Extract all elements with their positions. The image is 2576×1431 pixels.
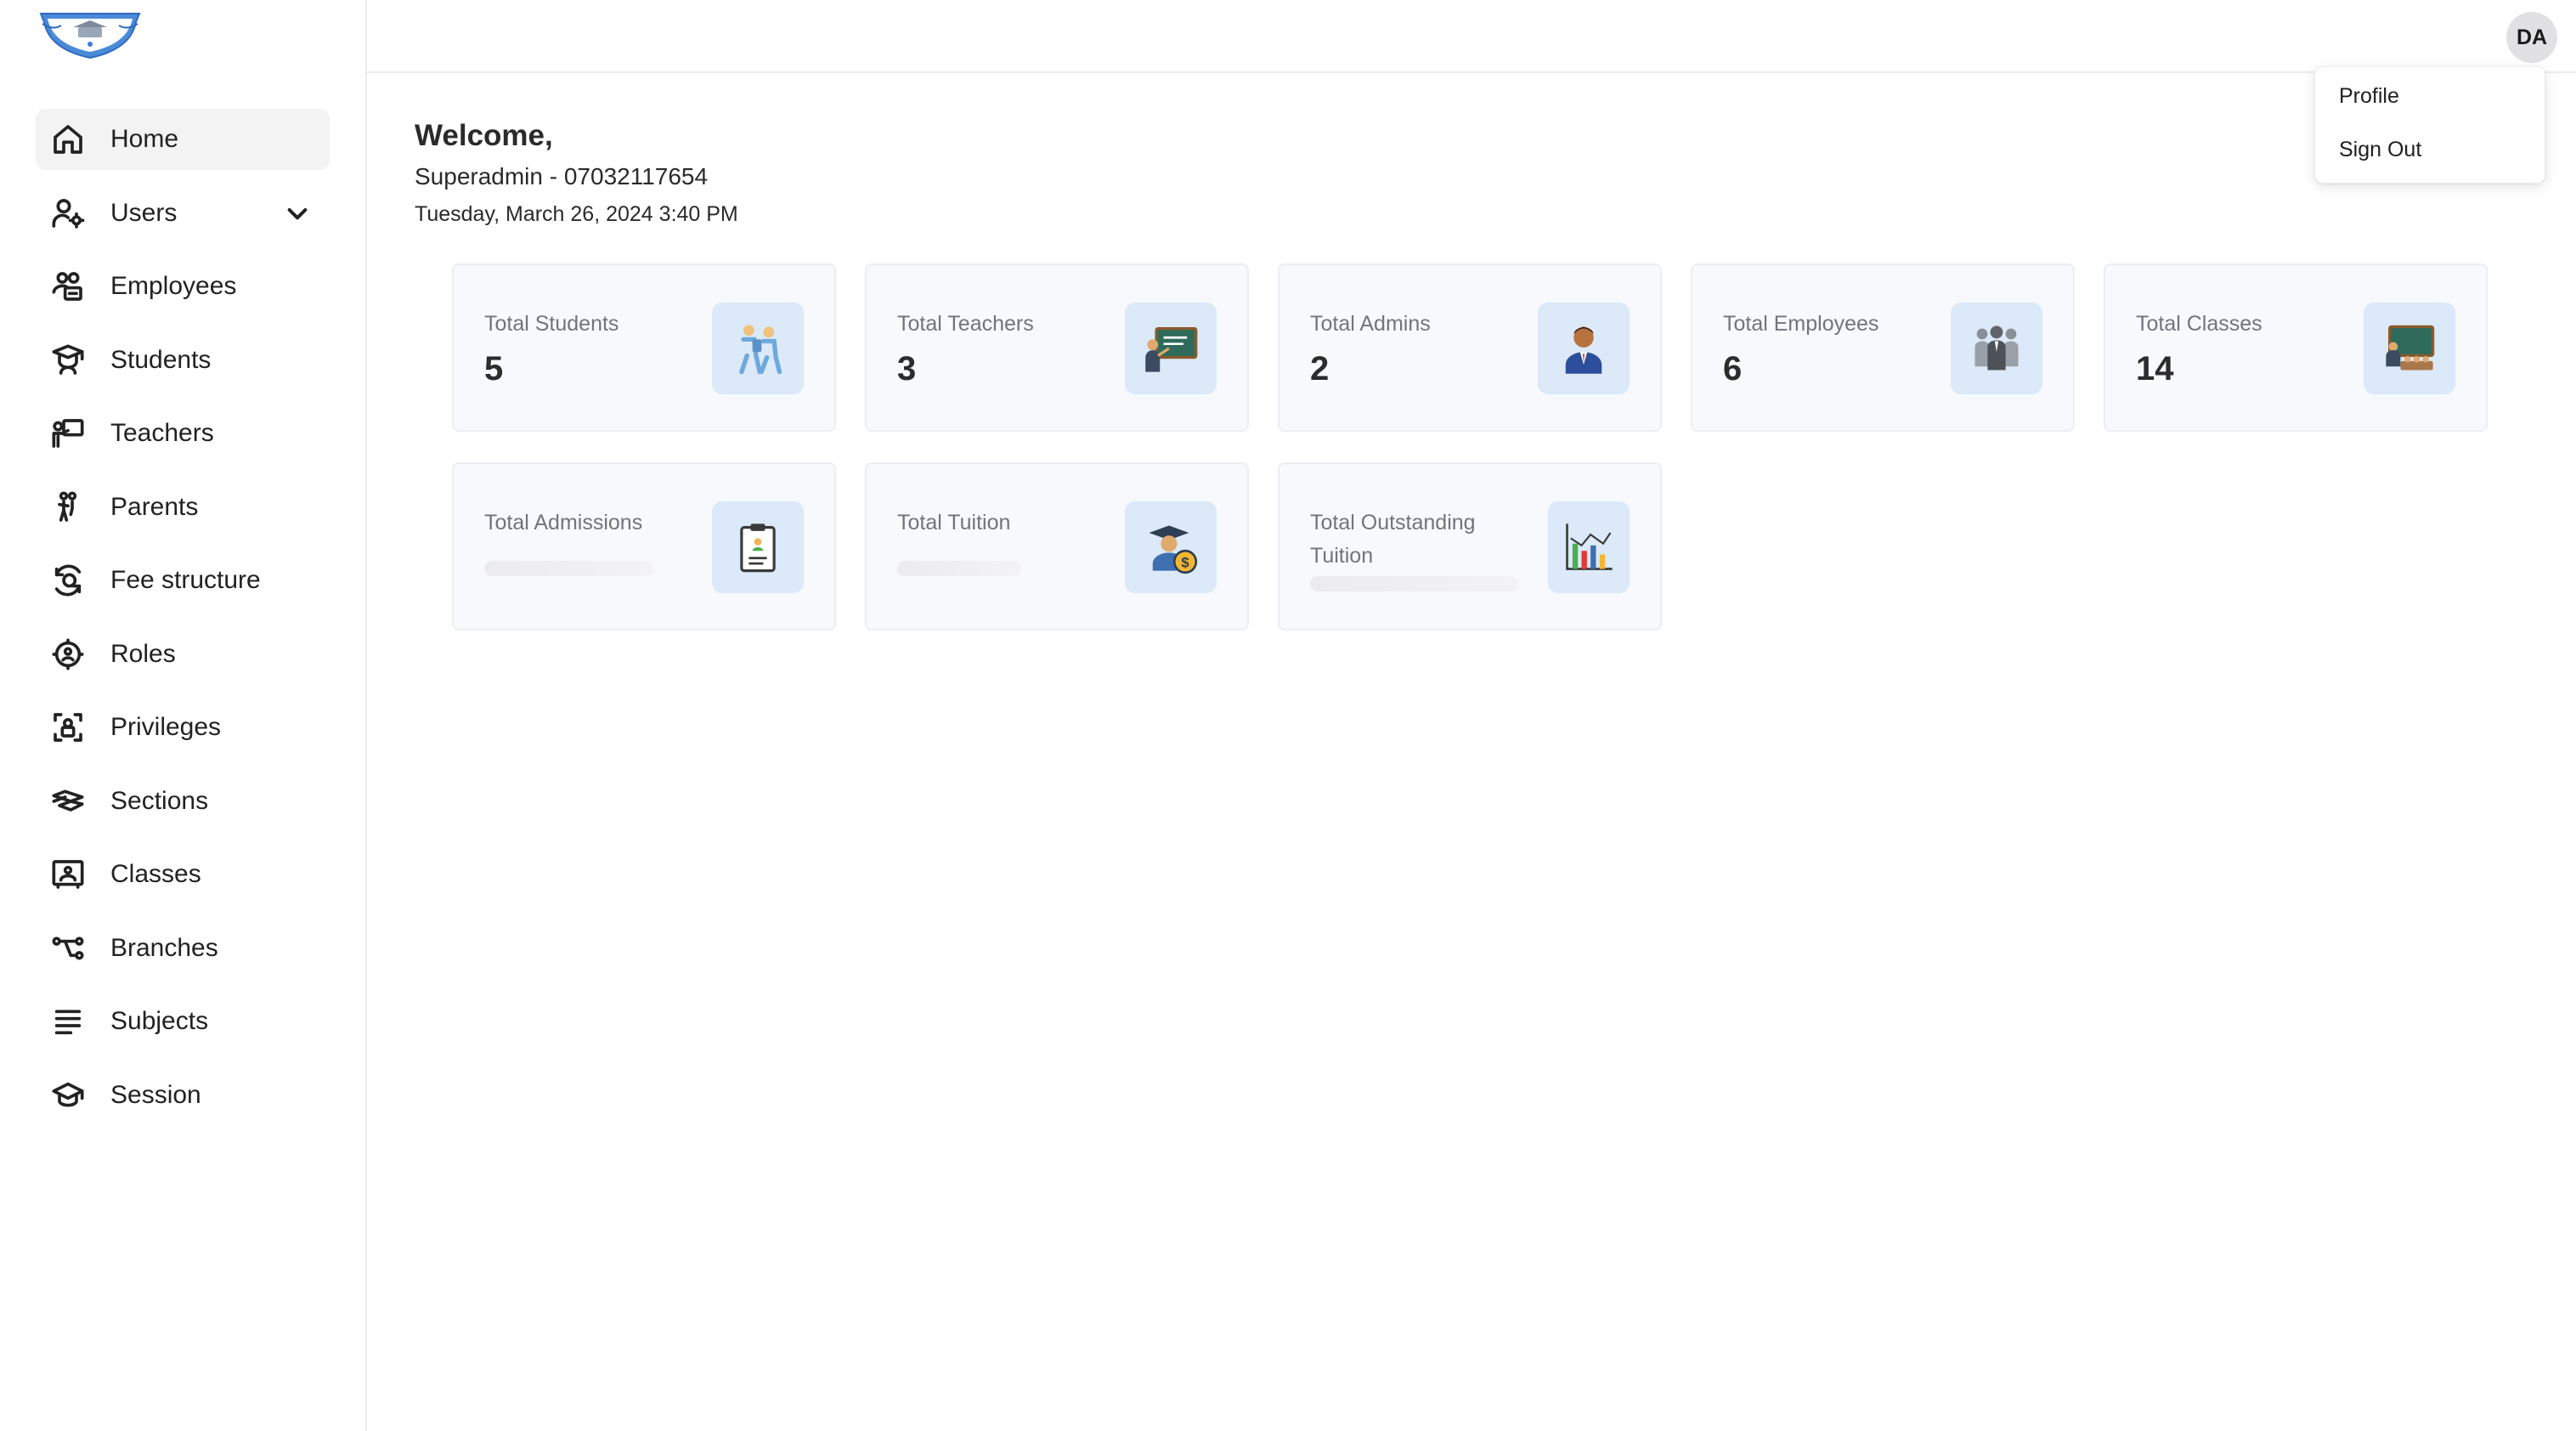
- session-icon: [49, 1077, 87, 1114]
- avatar[interactable]: DA: [2506, 12, 2557, 63]
- stat-card-total-admins[interactable]: Total Admins 2: [1278, 263, 1662, 432]
- clipboard-icon: [712, 501, 804, 593]
- classroom-icon: [2364, 303, 2455, 394]
- stat-card-title: Total Classes: [2136, 312, 2262, 336]
- sidebar-item-employees[interactable]: Employees: [36, 256, 330, 317]
- stat-card-title: Total Students: [484, 312, 619, 336]
- menu-item-sign-out[interactable]: Sign Out: [2339, 138, 2421, 162]
- school-logo[interactable]: [36, 8, 144, 63]
- sidebar-item-label: Subjects: [110, 1007, 209, 1035]
- sidebar-item-label: Teachers: [110, 419, 214, 447]
- chevron-down-icon[interactable]: [284, 200, 311, 227]
- roles-icon: [49, 636, 87, 673]
- student-icon: [49, 342, 87, 379]
- sidebar-item-home[interactable]: Home: [36, 109, 330, 170]
- home-icon: [49, 121, 87, 158]
- stat-card-title: Total Admissions: [484, 511, 643, 535]
- students-walking-icon: [712, 303, 804, 394]
- sidebar-nav: Home Users Employees Students Teachers P…: [36, 109, 330, 1138]
- sidebar-item-parents[interactable]: Parents: [36, 477, 330, 538]
- loading-skeleton: [897, 561, 1021, 576]
- sidebar-item-label: Privileges: [110, 713, 222, 741]
- stat-card-value: 6: [1723, 350, 1743, 387]
- stat-card-value: 2: [1310, 350, 1330, 387]
- employees-group-icon: [1951, 303, 2042, 394]
- sidebar-item-users[interactable]: Users: [36, 183, 330, 244]
- stat-card-title: Total Admins: [1310, 312, 1431, 336]
- teacher-board-icon: [1125, 303, 1217, 394]
- sidebar-item-privileges[interactable]: Privileges: [36, 697, 330, 758]
- stat-card-value: 3: [897, 350, 917, 387]
- sidebar-item-label: Sections: [110, 786, 209, 815]
- sidebar-item-teachers[interactable]: Teachers: [36, 403, 330, 464]
- sidebar-item-students[interactable]: Students: [36, 330, 330, 391]
- employees-icon: [49, 268, 87, 305]
- graduate-money-icon: $: [1125, 501, 1217, 593]
- subjects-icon: [49, 1003, 87, 1040]
- stat-card-total-employees[interactable]: Total Employees 6: [1691, 263, 2075, 432]
- classes-icon: [49, 856, 87, 893]
- stat-card-total-outstanding-tuition[interactable]: Total Outstanding Tuition: [1278, 462, 1662, 631]
- loading-skeleton: [484, 561, 654, 576]
- sidebar-item-label: Branches: [110, 933, 218, 962]
- stat-card-total-admissions[interactable]: Total Admissions: [452, 462, 836, 631]
- sidebar-item-label: Classes: [110, 860, 201, 888]
- sidebar-item-branches[interactable]: Branches: [36, 918, 330, 979]
- stat-card-title: Total Tuition: [897, 511, 1011, 535]
- sidebar-item-sections[interactable]: Sections: [36, 771, 330, 832]
- sidebar-item-classes[interactable]: Classes: [36, 844, 330, 905]
- sidebar-item-subjects[interactable]: Subjects: [36, 991, 330, 1052]
- stat-card-title: Total Outstanding Tuition: [1310, 511, 1476, 568]
- privileges-icon: [49, 709, 87, 746]
- profile-dropdown-menu: Profile Sign Out: [2314, 66, 2545, 184]
- parents-icon: [49, 489, 87, 526]
- stat-card-total-classes[interactable]: Total Classes 14: [2104, 263, 2488, 432]
- sidebar-item-label: Home: [110, 125, 179, 153]
- loading-skeleton: [1310, 576, 1519, 591]
- sidebar: Home Users Employees Students Teachers P…: [0, 0, 367, 1431]
- sidebar-item-label: Parents: [110, 492, 199, 521]
- welcome-heading: Welcome,: [415, 119, 553, 152]
- branches-icon: [49, 930, 87, 967]
- sidebar-item-fee-structure[interactable]: Fee structure: [36, 550, 330, 611]
- sidebar-item-label: Users: [110, 198, 178, 227]
- sidebar-item-label: Roles: [110, 639, 176, 668]
- sidebar-item-label: Fee structure: [110, 566, 261, 594]
- sections-icon: [49, 783, 87, 820]
- stat-card-total-students[interactable]: Total Students 5: [452, 263, 836, 432]
- current-date-time: Tuesday, March 26, 2024 3:40 PM: [415, 202, 738, 226]
- sidebar-item-roles[interactable]: Roles: [36, 624, 330, 685]
- stat-card-title: Total Employees: [1723, 312, 1879, 336]
- sidebar-item-label: Employees: [110, 272, 237, 300]
- sidebar-item-label: Students: [110, 345, 212, 374]
- user-info: Superadmin - 07032117654: [415, 163, 709, 189]
- menu-item-profile[interactable]: Profile: [2339, 84, 2399, 109]
- stat-card-total-tuition[interactable]: Total Tuition $: [865, 462, 1249, 631]
- svg-text:$: $: [1181, 554, 1189, 570]
- stat-card-value: 14: [2136, 350, 2174, 387]
- admin-person-icon: [1538, 303, 1630, 394]
- teacher-icon: [49, 415, 87, 452]
- stat-card-value: 5: [484, 350, 504, 387]
- user-gear-icon: [49, 195, 87, 232]
- fee-icon: [49, 562, 87, 599]
- stat-card-total-teachers[interactable]: Total Teachers 3: [865, 263, 1249, 432]
- sidebar-item-label: Session: [110, 1080, 201, 1109]
- stat-card-title: Total Teachers: [897, 312, 1034, 336]
- top-bar: [367, 0, 2576, 73]
- sidebar-item-session[interactable]: Session: [36, 1065, 330, 1126]
- bar-chart-icon: [1548, 501, 1630, 593]
